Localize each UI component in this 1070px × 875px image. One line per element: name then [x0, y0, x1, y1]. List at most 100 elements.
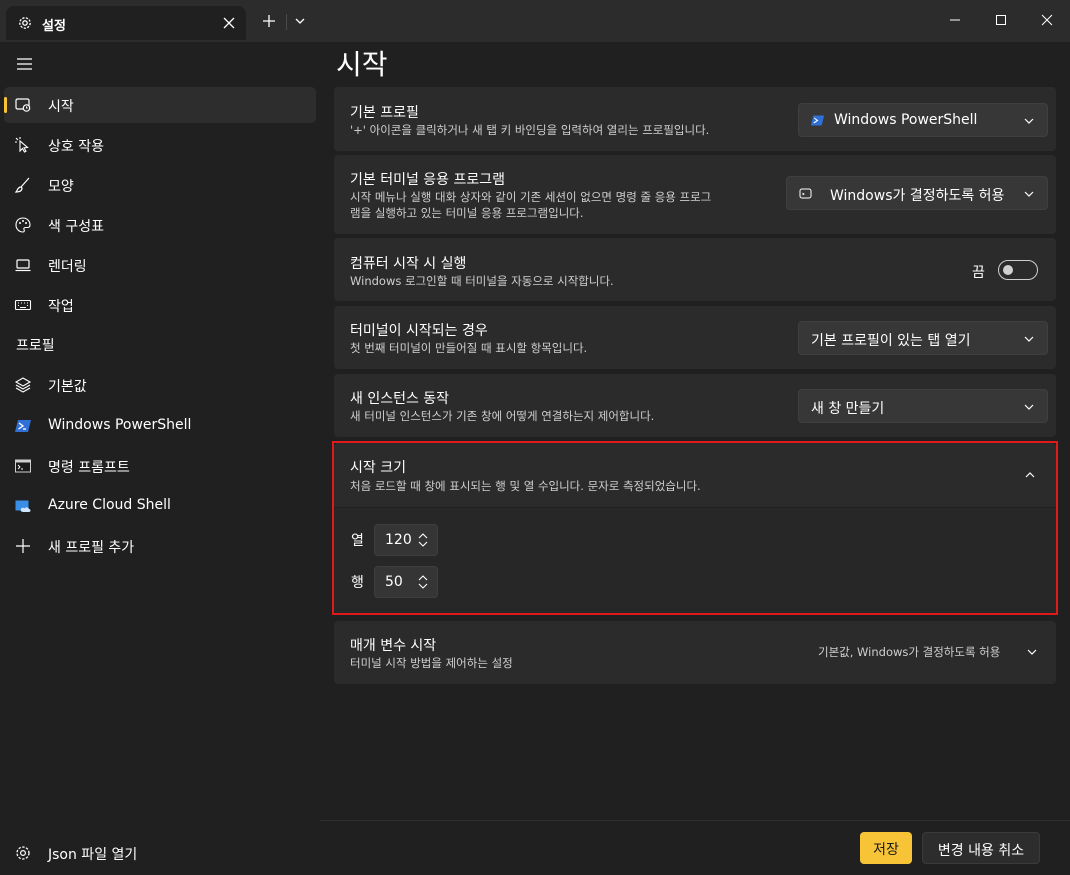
setting-title: 매개 변수 시작	[350, 638, 437, 654]
cursor-click-icon	[15, 137, 29, 153]
new-instance-behavior-setting: 새 인스턴스 동작 새 터미널 인스턴스가 기존 창에 어떻게 연결하는지 제어…	[334, 374, 1056, 437]
sidebar-item-label: 렌더링	[48, 259, 87, 275]
hamburger-menu-icon[interactable]	[12, 52, 38, 76]
columns-value: 120	[385, 532, 412, 548]
toggle-knob	[1003, 265, 1013, 275]
layers-icon	[14, 377, 32, 393]
chevron-down-icon	[1024, 336, 1034, 342]
setting-title: 컴퓨터 시작 시 실행	[350, 256, 467, 272]
save-button-label: 저장	[873, 842, 899, 858]
setting-description: Windows 로그인할 때 터미널을 자동으로 시작합니다.	[350, 274, 614, 288]
footer-divider	[320, 820, 1070, 821]
title-bar: 설정	[0, 0, 1070, 42]
sidebar-item-label: 상호 작용	[48, 139, 104, 155]
columns-number-box[interactable]: 120	[374, 524, 438, 556]
launch-size-header[interactable]: 시작 크기 처음 로드할 때 창에 표시되는 행 및 열 수입니다. 문자로 측…	[334, 443, 1056, 507]
setting-description: '+' 아이콘을 클릭하거나 새 탭 키 바인딩을 입력하여 열리는 프로필입니…	[350, 123, 710, 137]
sidebar-item-label: Azure Cloud Shell	[48, 497, 171, 513]
open-json-file-button[interactable]: Json 파일 열기	[4, 835, 316, 871]
chevron-down-icon[interactable]	[1026, 646, 1038, 658]
setting-title: 시작 크기	[350, 460, 406, 476]
launch-parameters-setting[interactable]: 매개 변수 시작 터미널 시작 방법을 제어하는 설정 기본값, Windows…	[334, 621, 1056, 684]
sidebar-item-label: 명령 프롬프트	[48, 460, 130, 476]
launch-size-body: 열 120 행 50	[334, 508, 1056, 615]
close-window-icon[interactable]	[1024, 0, 1070, 40]
sidebar: 시작 상호 작용 모양 색 구성표 렌더링 작업 프로필 기본값 Windows…	[0, 42, 320, 875]
palette-icon	[15, 217, 31, 233]
sidebar-item-label: 새 프로필 추가	[48, 540, 135, 556]
sidebar-item-actions[interactable]: 작업	[4, 287, 316, 323]
rows-value: 50	[385, 574, 403, 590]
sidebar-item-add-new-profile[interactable]: 새 프로필 추가	[4, 528, 316, 564]
new-instance-dropdown[interactable]: 새 창 만들기	[798, 389, 1048, 423]
gear-icon	[19, 17, 31, 29]
chevron-down-icon	[1024, 118, 1034, 124]
dropdown-value: 기본 프로필이 있는 탭 열기	[811, 333, 971, 349]
sidebar-item-color-schemes[interactable]: 색 구성표	[4, 207, 316, 243]
sidebar-item-rendering[interactable]: 렌더링	[4, 247, 316, 283]
sidebar-item-startup[interactable]: 시작	[4, 87, 316, 123]
rows-label: 행	[351, 575, 364, 591]
setting-title: 터미널이 시작되는 경우	[350, 323, 488, 339]
setting-description: 처음 로드할 때 창에 표시되는 행 및 열 수입니다. 문자로 측정되었습니다…	[350, 479, 701, 493]
setting-title: 기본 터미널 응용 프로그램	[350, 172, 506, 188]
setting-description-line2: 램을 실행하고 있는 터미널 응용 프로그램입니다.	[350, 206, 584, 220]
when-terminal-starts-setting: 터미널이 시작되는 경우 첫 번째 터미널이 만들어질 때 표시할 항목입니다.…	[334, 306, 1056, 369]
sidebar-item-label: Json 파일 열기	[48, 847, 138, 863]
tab-title: 설정	[42, 19, 66, 34]
maximize-icon[interactable]	[978, 0, 1024, 40]
sidebar-item-label: 기본값	[48, 379, 87, 395]
spinner-arrows-icon[interactable]	[417, 574, 429, 590]
sidebar-item-appearance[interactable]: 모양	[4, 167, 316, 203]
sidebar-item-command-prompt[interactable]: 명령 프롬프트	[4, 448, 316, 484]
azure-cloud-shell-icon	[15, 500, 31, 512]
sidebar-item-label: 색 구성표	[48, 219, 104, 235]
default-profile-setting: 기본 프로필 '+' 아이콘을 클릭하거나 새 탭 키 바인딩을 입력하여 열리…	[334, 87, 1056, 151]
dropdown-value: Windows PowerShell	[834, 112, 978, 128]
settings-tab[interactable]: 설정	[6, 6, 246, 40]
brush-icon	[14, 177, 30, 193]
spinner-arrows-icon[interactable]	[417, 532, 429, 548]
startup-icon	[15, 98, 31, 112]
chevron-down-icon[interactable]	[289, 10, 311, 32]
setting-summary: 기본값, Windows가 결정하도록 허용	[818, 645, 1001, 659]
dropdown-value: Windows가 결정하도록 허용	[830, 188, 1005, 204]
default-profile-dropdown[interactable]: Windows PowerShell	[798, 103, 1048, 137]
chevron-down-icon	[1024, 191, 1034, 197]
toggle-state-label: 끔	[972, 265, 985, 281]
rows-number-box[interactable]: 50	[374, 566, 438, 598]
keyboard-icon	[14, 299, 32, 311]
launch-size-expander: 시작 크기 처음 로드할 때 창에 표시되는 행 및 열 수입니다. 문자로 측…	[334, 443, 1056, 615]
close-tab-icon[interactable]	[218, 12, 240, 34]
page-title: 시작	[336, 48, 388, 81]
setting-description: 새 터미널 인스턴스가 기존 창에 어떻게 연결하는지 제어합니다.	[350, 409, 655, 423]
minimize-icon[interactable]	[932, 0, 978, 40]
powershell-icon	[15, 420, 31, 432]
sidebar-item-azure-cloud-shell[interactable]: Azure Cloud Shell	[4, 488, 316, 524]
chevron-up-icon[interactable]	[1024, 469, 1036, 481]
sidebar-item-defaults[interactable]: 기본값	[4, 367, 316, 403]
launch-on-startup-toggle[interactable]	[998, 260, 1038, 280]
command-prompt-icon	[15, 459, 31, 473]
sidebar-item-label: 시작	[48, 99, 74, 115]
sidebar-item-label: Windows PowerShell	[48, 417, 192, 433]
setting-description: 첫 번째 터미널이 만들어질 때 표시할 항목입니다.	[350, 341, 588, 355]
profiles-section-header: 프로필	[16, 338, 55, 354]
default-terminal-dropdown[interactable]: Windows가 결정하도록 허용	[786, 176, 1048, 210]
new-tab-icon[interactable]	[258, 10, 280, 32]
discard-changes-button[interactable]: 변경 내용 취소	[922, 832, 1040, 864]
plus-icon	[16, 539, 30, 553]
sidebar-item-label: 작업	[48, 299, 74, 315]
setting-description: 터미널 시작 방법을 제어하는 설정	[350, 656, 513, 670]
tab-separator	[286, 14, 287, 30]
setting-description: 시작 메뉴나 실행 대화 상자와 같이 기존 세션이 없으면 명령 줄 응용 프…	[350, 190, 712, 204]
setting-title: 기본 프로필	[350, 105, 419, 121]
laptop-icon	[15, 259, 31, 272]
save-button[interactable]: 저장	[860, 832, 912, 864]
gear-icon	[16, 846, 30, 860]
sidebar-item-windows-powershell[interactable]: Windows PowerShell	[4, 408, 316, 444]
first-window-dropdown[interactable]: 기본 프로필이 있는 탭 열기	[798, 321, 1048, 355]
setting-title: 새 인스턴스 동작	[350, 391, 450, 407]
launch-on-startup-setting: 컴퓨터 시작 시 실행 Windows 로그인할 때 터미널을 자동으로 시작합…	[334, 238, 1056, 301]
sidebar-item-interaction[interactable]: 상호 작용	[4, 127, 316, 163]
